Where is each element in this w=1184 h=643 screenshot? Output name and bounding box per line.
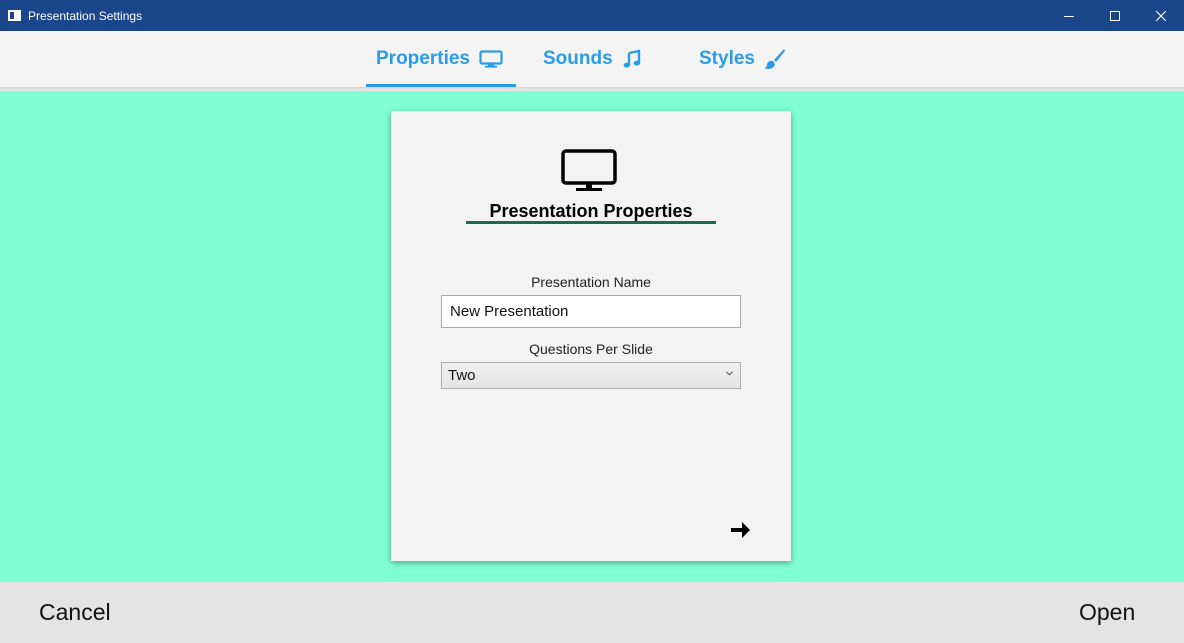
chevron-down-icon (726, 371, 733, 376)
arrow-right-icon (731, 522, 750, 538)
title-bar: Presentation Settings (0, 0, 1184, 31)
presentation-name-label: Presentation Name (531, 274, 651, 290)
questions-per-slide-label: Questions Per Slide (529, 341, 653, 357)
tab-sounds-label: Sounds (543, 48, 613, 69)
tab-styles[interactable]: Styles (699, 31, 786, 87)
close-button[interactable] (1138, 0, 1184, 31)
questions-per-slide-value: Two (448, 367, 476, 384)
minimize-icon (1064, 15, 1074, 17)
app-icon (8, 10, 21, 21)
close-icon (1156, 10, 1166, 21)
questions-per-slide-select[interactable]: Two (441, 362, 741, 389)
maximize-button[interactable] (1092, 0, 1138, 31)
monitor-icon (561, 149, 617, 198)
presentation-name-input[interactable] (441, 295, 741, 328)
tab-sounds[interactable]: Sounds (543, 31, 642, 87)
title-underline (466, 221, 716, 224)
footer-bar: Cancel Open (0, 582, 1184, 643)
properties-card: Presentation Properties Presentation Nam… (391, 111, 791, 561)
tab-properties-label: Properties (376, 48, 470, 69)
tab-properties[interactable]: Properties (376, 31, 503, 87)
tab-styles-label: Styles (699, 48, 755, 69)
tab-bar-shadow (0, 87, 1184, 91)
next-arrow-button[interactable] (729, 519, 751, 546)
card-title: Presentation Properties (489, 201, 693, 221)
maximize-icon (1110, 10, 1120, 21)
music-note-icon (622, 49, 642, 69)
tab-bar: Properties Sounds Styles (0, 31, 1184, 88)
window-title: Presentation Settings (28, 8, 143, 23)
cancel-button[interactable]: Cancel (39, 582, 111, 643)
minimize-button[interactable] (1046, 0, 1092, 31)
open-button[interactable]: Open (1079, 582, 1135, 643)
paintbrush-icon (763, 48, 786, 70)
window-controls (1046, 0, 1184, 31)
monitor-icon (479, 50, 503, 68)
